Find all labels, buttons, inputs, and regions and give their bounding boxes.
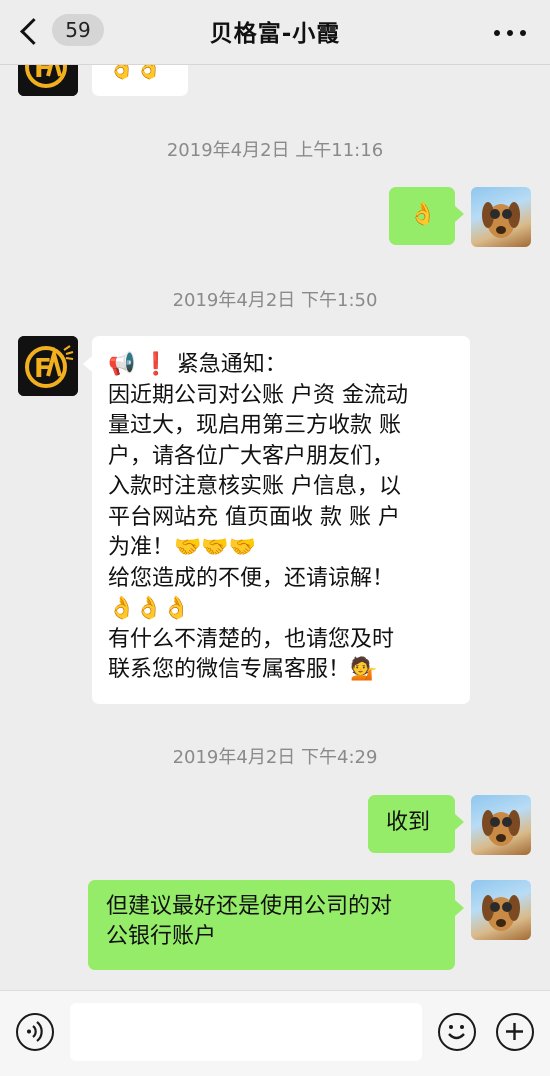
timestamp: 2019年4月2日 下午4:29 [172,747,378,768]
message-line: 户，请各位广大客户朋友们， [108,443,395,469]
message-line: 入款时注意核实账 户信息，以 [108,474,401,499]
message-line: 公银行账户 [106,924,217,949]
chat-header: 59 贝格富-小霞 [0,0,550,65]
message-bubble-outgoing[interactable]: 👌 [389,187,455,245]
timestamp: 2019年4月2日 上午11:16 [166,140,384,161]
chat-title: 贝格富-小霞 [209,21,341,47]
message-line: 量过大，现启用第三方收款 账 [108,413,401,438]
dog-photo-icon [482,810,520,846]
message-text: 收到 [386,810,431,835]
input-bar [0,990,550,1076]
bubble-tail [83,356,92,372]
bubble-tail [455,206,464,222]
emoji-icon [448,1025,465,1040]
contact-avatar[interactable]: F [18,336,78,396]
self-avatar[interactable] [471,187,531,247]
message-line: 有什么不清楚的，也请您及时 [108,626,395,652]
more-dots-icon [507,30,513,36]
timestamp: 2019年4月2日 下午1:50 [172,290,378,311]
more-dots-icon [494,30,500,36]
more-button[interactable] [494,30,528,38]
emoji-button[interactable] [438,1013,476,1051]
message-bubble-incoming[interactable]: 📢 ❗ 紧急通知： 因近期公司对公账 户资 金流动 量过大，现启用第三方收款 账… [92,336,470,704]
message-line: 但建议最好还是使用公司的对 [106,894,393,919]
message-line: 📢 ❗ 紧急通知： [108,352,287,377]
self-avatar[interactable] [471,880,531,940]
voice-icon [27,1021,43,1042]
message-line: 👌👌👌 [108,596,191,621]
bubble-tail [455,900,464,916]
message-line: 给您造成的不便，还请谅解！ [108,565,395,591]
message-line: 为准！🤝🤝🤝 [108,535,257,560]
message-line: 联系您的微信专属客服！💁 [108,657,378,682]
company-logo-icon: F [18,336,78,396]
message-bubble-outgoing[interactable]: 但建议最好还是使用公司的对 公银行账户 [88,880,455,970]
message-bubble-outgoing[interactable]: 收到 [368,795,455,853]
dog-photo-icon [482,895,520,931]
message-line: 因近期公司对公账 户资 金流动 [108,382,408,408]
chat-area[interactable]: F 👌👌 2019年4月2日 上午11:16 👌 2019年4月2日 下午1:5… [0,0,550,990]
bubble-tail [455,814,464,830]
voice-button[interactable] [16,1013,54,1051]
more-dots-icon [520,30,526,36]
message-input[interactable] [70,1003,422,1061]
message-line: 平台网站充 值页面收 款 账 户 [108,504,400,530]
self-avatar[interactable] [471,795,531,855]
message-text: 👌 [409,202,437,227]
plus-button[interactable] [496,1013,534,1051]
dog-photo-icon [482,202,520,238]
plus-icon [506,1023,523,1040]
